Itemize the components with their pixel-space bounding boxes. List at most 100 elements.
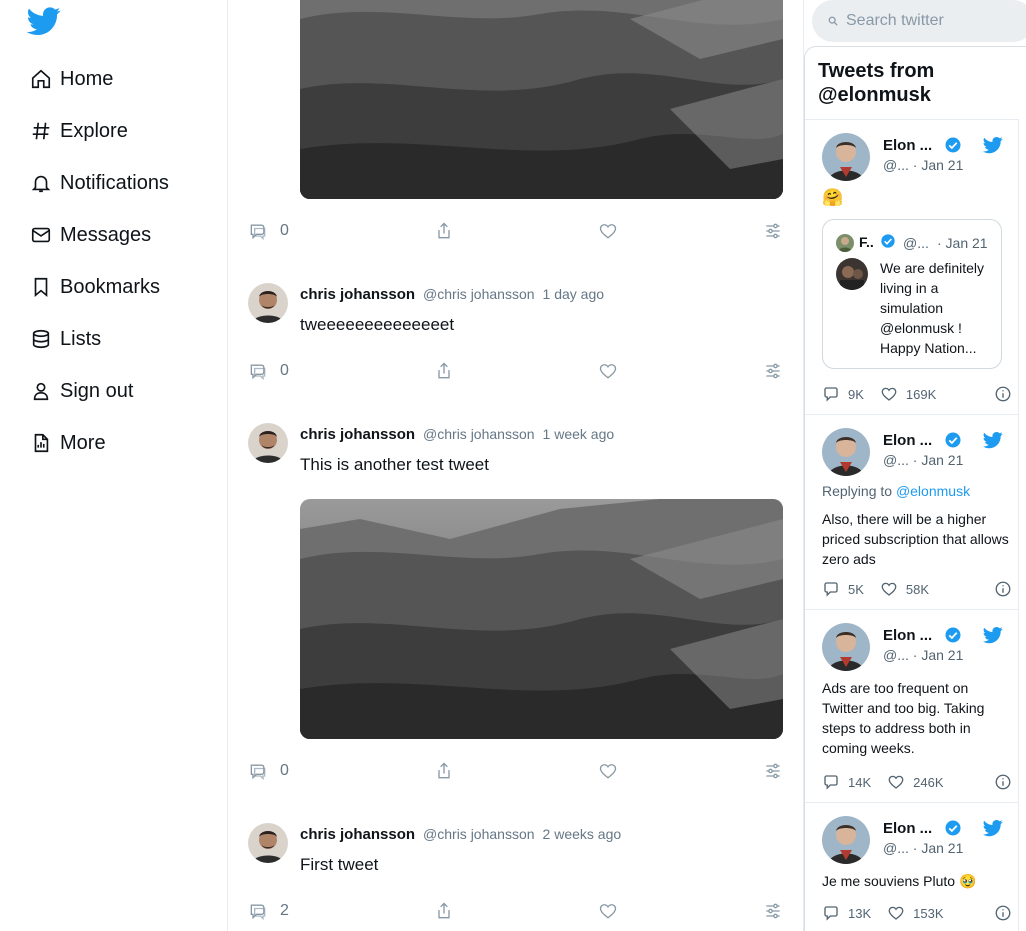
nav-home[interactable]: Home xyxy=(30,63,113,95)
tweet-author-name[interactable]: chris johansson xyxy=(300,426,415,443)
like-count: 153K xyxy=(913,905,944,921)
avatar[interactable] xyxy=(248,283,288,323)
tweet-actions: 0 xyxy=(248,219,788,243)
comment-button[interactable]: 0 xyxy=(248,359,289,383)
sliders-icon xyxy=(766,763,780,779)
search-input[interactable] xyxy=(846,12,996,30)
quoted-handle: @... xyxy=(903,235,929,251)
tweet-time: 1 day ago xyxy=(542,286,605,302)
nav-lists[interactable]: Lists xyxy=(30,323,101,355)
like-button[interactable] xyxy=(598,899,618,923)
avatar[interactable] xyxy=(822,623,870,671)
heart-icon[interactable] xyxy=(880,385,898,403)
heart-icon[interactable] xyxy=(880,580,898,598)
tweet-stats: 9K 169K xyxy=(822,384,1012,404)
avatar[interactable] xyxy=(822,133,870,181)
quoted-media-thumbnail[interactable] xyxy=(836,258,868,290)
nav-label: Lists xyxy=(60,327,102,350)
info-icon[interactable] xyxy=(994,580,1012,598)
tweet-author-name[interactable]: Elon ... xyxy=(883,627,932,644)
reply-icon[interactable] xyxy=(822,773,840,791)
info-icon[interactable] xyxy=(994,773,1012,791)
search-box[interactable] xyxy=(812,0,1026,42)
share-button[interactable] xyxy=(434,899,454,923)
heart-icon xyxy=(599,224,617,239)
info-icon[interactable] xyxy=(994,385,1012,403)
timeline-tweet[interactable]: Elon ... @... · Jan 21 🤗 F.. @... · Jan … xyxy=(805,120,1019,415)
like-button[interactable] xyxy=(598,359,618,383)
twitter-bird-icon[interactable] xyxy=(982,430,1004,450)
settings-button[interactable] xyxy=(763,899,783,923)
tweet-author-name[interactable]: Elon ... xyxy=(883,432,932,449)
tweet-handle[interactable]: @chris johansson xyxy=(423,426,535,442)
tweet-handle[interactable]: @chris johansson xyxy=(423,286,535,302)
avatar[interactable] xyxy=(822,428,870,476)
settings-button[interactable] xyxy=(763,219,783,243)
quoted-tweet[interactable]: F.. @... · Jan 21 We are definitely livi… xyxy=(822,219,1002,369)
tweet-text: Also, there will be a higher priced subs… xyxy=(822,511,1009,567)
verified-badge-icon xyxy=(881,234,895,248)
settings-button[interactable] xyxy=(763,759,783,783)
share-button[interactable] xyxy=(434,359,454,383)
reply-icon[interactable] xyxy=(822,904,840,922)
timeline-tweet[interactable]: Elon ... @... · Jan 21 Ads are too frequ… xyxy=(805,610,1019,803)
tweet-text: Ads are too frequent on Twitter and too … xyxy=(822,680,985,756)
tweet-meta[interactable]: @... · Jan 21 xyxy=(883,840,963,856)
twitter-bird-icon[interactable] xyxy=(24,4,64,38)
verified-badge-icon xyxy=(945,432,961,448)
heart-icon[interactable] xyxy=(887,904,905,922)
search-icon xyxy=(828,16,838,26)
avatar[interactable] xyxy=(248,823,288,863)
heart-icon[interactable] xyxy=(887,773,905,791)
avatar[interactable] xyxy=(822,816,870,864)
tweet-author-name[interactable]: chris johansson xyxy=(300,826,415,843)
tweet-author-name[interactable]: Elon ... xyxy=(883,820,932,837)
twitter-bird-icon[interactable] xyxy=(982,625,1004,645)
tweet-meta[interactable]: @... · Jan 21 xyxy=(883,452,963,468)
tweet-meta[interactable]: @... · Jan 21 xyxy=(883,647,963,663)
tweet-image[interactable] xyxy=(300,499,783,739)
like-button[interactable] xyxy=(598,759,618,783)
avatar[interactable] xyxy=(248,423,288,463)
timeline-tweet[interactable]: Elon ... @... · Jan 21 Je me souviens Pl… xyxy=(805,803,1019,931)
nav-more[interactable]: More xyxy=(30,427,106,459)
nav-label: Home xyxy=(60,67,114,90)
comment-button[interactable]: 2 xyxy=(248,899,289,923)
tweet-author-name[interactable]: chris johansson xyxy=(300,286,415,303)
nav-sign-out[interactable]: Sign out xyxy=(30,375,133,407)
quoted-author-name: F.. xyxy=(859,234,874,250)
reply-icon[interactable] xyxy=(822,580,840,598)
nav-notifications[interactable]: Notifications xyxy=(30,167,169,199)
tweet-meta[interactable]: @... · Jan 21 xyxy=(883,157,963,173)
twitter-bird-icon[interactable] xyxy=(982,818,1004,838)
comment-button[interactable]: 0 xyxy=(248,219,289,243)
info-icon[interactable] xyxy=(994,904,1012,922)
nav-explore[interactable]: Explore xyxy=(30,115,128,147)
tweet-author-name[interactable]: Elon ... xyxy=(883,137,932,154)
tweet-handle[interactable]: @chris johansson xyxy=(423,826,535,842)
reply-icon[interactable] xyxy=(822,385,840,403)
nav-bookmarks[interactable]: Bookmarks xyxy=(30,271,160,303)
share-button[interactable] xyxy=(434,759,454,783)
tweet-stats: 14K 246K xyxy=(822,772,1012,792)
quoted-text: We are definitely living in a simulation… xyxy=(880,260,985,356)
timeline-scroll[interactable]: Elon ... @... · Jan 21 🤗 F.. @... · Jan … xyxy=(805,119,1019,931)
share-icon xyxy=(438,362,450,379)
tweet-image[interactable] xyxy=(300,0,783,199)
comment-count: 2 xyxy=(280,902,289,919)
avatar[interactable] xyxy=(836,234,854,252)
tweet-actions: 2 xyxy=(248,899,788,923)
nav-messages[interactable]: Messages xyxy=(30,219,151,251)
tweet-header: chris johansson @chris johansson 1 week … xyxy=(300,426,614,446)
reply-count: 13K xyxy=(848,905,872,921)
settings-button[interactable] xyxy=(763,359,783,383)
comment-button[interactable]: 0 xyxy=(248,759,289,783)
timeline-tweet[interactable]: Elon ... @... · Jan 21 Replying to @elon… xyxy=(805,415,1019,610)
left-sidebar: Home Explore Notifications Messages Book… xyxy=(0,0,228,931)
twitter-bird-icon[interactable] xyxy=(982,135,1004,155)
reply-count: 9K xyxy=(848,386,864,402)
reply-to-link[interactable]: @elonmusk xyxy=(896,483,970,499)
like-button[interactable] xyxy=(598,219,618,243)
hash-icon xyxy=(32,122,50,140)
share-button[interactable] xyxy=(434,219,454,243)
